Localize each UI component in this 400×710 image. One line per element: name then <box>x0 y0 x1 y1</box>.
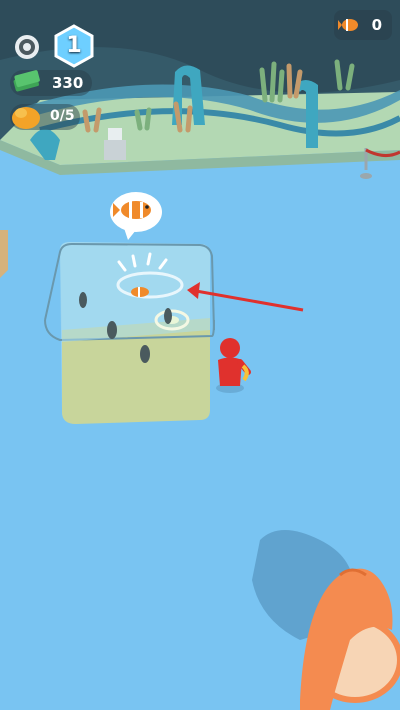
player-character[interactable] <box>216 338 251 393</box>
gear-icon[interactable] <box>12 32 42 62</box>
level-value: 1 <box>66 33 82 58</box>
clownfish-icon <box>338 19 358 31</box>
cash-stack-icon <box>13 70 40 92</box>
fish-bag-icon <box>12 107 40 129</box>
level-badge: 1 <box>52 24 96 68</box>
clownfish <box>131 287 149 297</box>
ledge <box>0 230 8 278</box>
speech-bubble <box>110 192 162 240</box>
cash-amount: 330 <box>52 74 84 92</box>
capacity-display: 0/5 <box>10 104 80 130</box>
fish-counter-value: 0 <box>371 16 382 34</box>
fish-tank[interactable] <box>44 242 215 424</box>
capacity-count: 0/5 <box>50 108 75 124</box>
cash-display: 330 <box>10 70 92 96</box>
fish-counter: 0 <box>334 10 392 40</box>
